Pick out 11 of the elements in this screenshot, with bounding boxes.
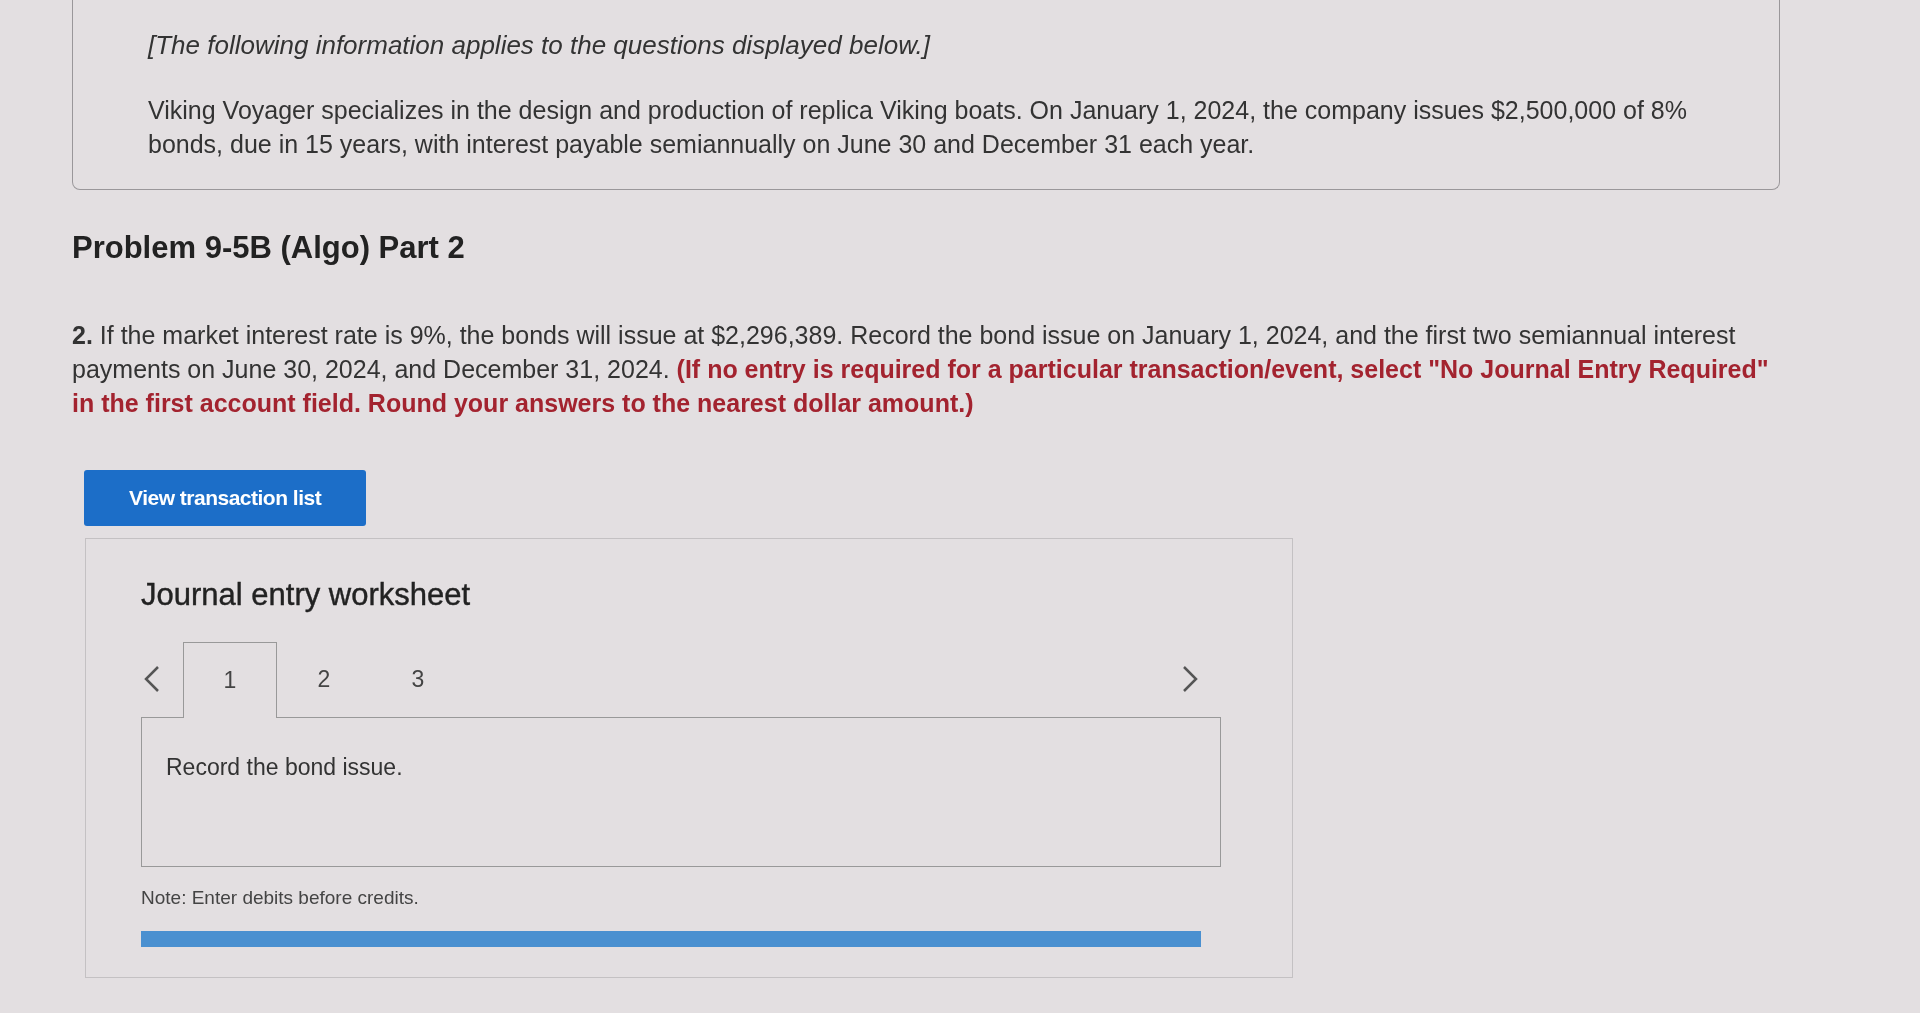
worksheet-tab[interactable]: 3 (371, 641, 465, 717)
worksheet-note: Note: Enter debits before credits. (141, 887, 420, 909)
info-note: [The following information applies to the questions displayed below.] (148, 30, 932, 61)
worksheet-title: Journal entry worksheet (141, 577, 472, 613)
entry-prompt: Record the bond issue. (166, 754, 403, 780)
view-transaction-list-button[interactable]: View transaction list (84, 470, 367, 526)
part-heading: Problem 9-5B (Algo) Part 2 (72, 230, 466, 266)
worksheet-tab[interactable]: 1 (183, 642, 277, 718)
problem-description: Viking Voyager specializes in the design and production of replica Viking boats. On January 1, 2024, the company issues $2,500,000 of 8% bonds, due in 15 years, with interest payable semiannually on June 30 and December 31 each year. (148, 95, 1688, 160)
question-text: 2. If the market interest rate is 9%, the bonds will issue at $2,296,389. Record the bond issue on January 1, 2024, and the first two semiannual interest payments on June 30, 2024, and December 31, 2024. (If no entry is required for a particular transaction/event, select "No Journal Entry Required" in the first account field. Round your answers to the nearest dollar amount.) (72, 320, 1770, 419)
worksheet-tab[interactable]: 2 (277, 641, 371, 717)
